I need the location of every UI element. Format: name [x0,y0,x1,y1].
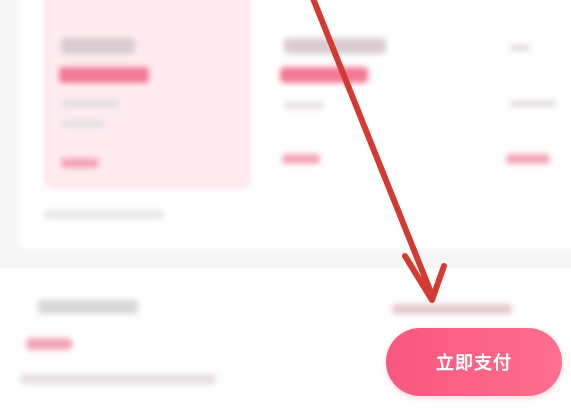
arrow-down-right-icon [310,0,447,303]
